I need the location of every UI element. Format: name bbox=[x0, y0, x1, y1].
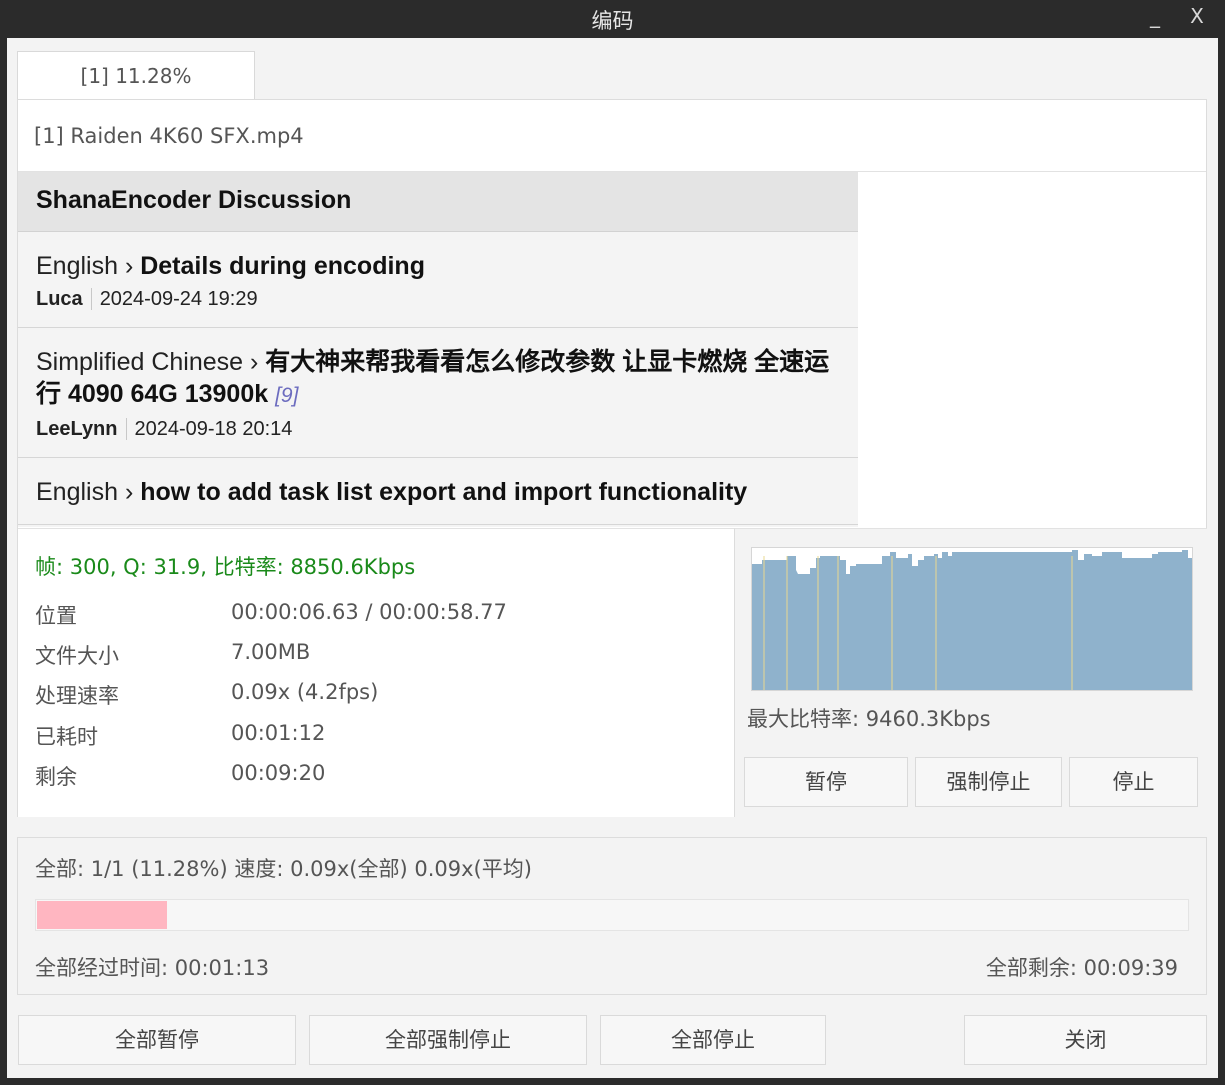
tab-task-1[interactable]: [1] 11.28% bbox=[17, 51, 255, 99]
stat-remaining: 剩余 00:09:20 bbox=[35, 761, 325, 791]
post-date: 2024-09-18 20:14 bbox=[134, 418, 293, 440]
title-bar: 编码 _ X bbox=[0, 0, 1225, 38]
post-category: English bbox=[36, 252, 118, 280]
stop-button[interactable]: 停止 bbox=[1069, 757, 1198, 807]
force-stop-all-button[interactable]: 全部强制停止 bbox=[309, 1015, 587, 1065]
forum-post[interactable]: Simplified Chinese › 有大神来帮我看看怎么修改参数 让显卡燃… bbox=[18, 328, 858, 458]
forum-post[interactable]: English › how to add task list export an… bbox=[18, 458, 858, 525]
stat-value: 00:09:20 bbox=[231, 761, 326, 785]
encoding-stats: 帧: 300, Q: 31.9, 比特率: 8850.6Kbps 位置 00:00… bbox=[18, 528, 734, 817]
file-name: [1] Raiden 4K60 SFX.mp4 bbox=[34, 124, 304, 148]
stat-speed: 处理速率 0.09x (4.2fps) bbox=[35, 680, 378, 710]
post-separator: › bbox=[118, 252, 141, 280]
overall-elapsed: 全部经过时间: 00:01:13 bbox=[35, 956, 270, 980]
post-category: English bbox=[36, 478, 118, 506]
stat-value: 0.09x (4.2fps) bbox=[231, 680, 379, 704]
overall-summary: 全部: 1/1 (11.28%) 速度: 0.09x(全部) 0.09x(平均) bbox=[35, 857, 532, 881]
post-separator: › bbox=[243, 348, 266, 376]
close-window-button[interactable]: X bbox=[1182, 4, 1212, 28]
stat-value: 00:01:12 bbox=[231, 721, 326, 745]
overall-progress-fill bbox=[37, 901, 167, 929]
minimize-button[interactable]: _ bbox=[1140, 4, 1170, 28]
stat-position: 位置 00:00:06.63 / 00:00:58.77 bbox=[35, 600, 507, 630]
stat-file-size: 文件大小 7.00MB bbox=[35, 640, 310, 670]
force-stop-button[interactable]: 强制停止 bbox=[915, 757, 1062, 807]
task-panel: [1] Raiden 4K60 SFX.mp4 ShanaEncoder Dis… bbox=[17, 99, 1207, 817]
encode-window: [1] 11.28% [1] Raiden 4K60 SFX.mp4 Shana… bbox=[7, 38, 1218, 1078]
stat-value: 7.00MB bbox=[231, 640, 311, 664]
stat-label: 处理速率 bbox=[35, 684, 119, 708]
window-title: 编码 bbox=[591, 9, 634, 33]
post-topic-link[interactable]: how to add task list export and import f… bbox=[140, 478, 747, 506]
post-author: Luca bbox=[36, 288, 92, 310]
encoding-status: 帧: 300, Q: 31.9, 比特率: 8850.6Kbps bbox=[35, 555, 416, 579]
stat-elapsed: 已耗时 00:01:12 bbox=[35, 721, 325, 751]
stop-all-button[interactable]: 全部停止 bbox=[600, 1015, 826, 1065]
close-button[interactable]: 关闭 bbox=[964, 1015, 1207, 1065]
overall-progress-bar bbox=[35, 899, 1189, 931]
stat-label: 已耗时 bbox=[35, 725, 98, 749]
post-author: LeeLynn bbox=[36, 418, 127, 440]
pause-button[interactable]: 暂停 bbox=[744, 757, 908, 807]
forum-post[interactable]: English › Details during encoding Luca 20… bbox=[18, 232, 858, 328]
post-category: Simplified Chinese bbox=[36, 348, 244, 376]
stat-label: 剩余 bbox=[35, 765, 77, 789]
stat-label: 文件大小 bbox=[35, 644, 119, 668]
post-separator: › bbox=[118, 478, 141, 506]
post-date: 2024-09-24 19:29 bbox=[99, 288, 258, 310]
bitrate-panel: 最大比特率: 9460.3Kbps 暂停 强制停止 停止 bbox=[734, 528, 1207, 817]
bitrate-chart bbox=[751, 547, 1193, 691]
forum-header: ShanaEncoder Discussion bbox=[18, 172, 858, 232]
stat-label: 位置 bbox=[35, 604, 77, 628]
post-topic-link[interactable]: Details during encoding bbox=[140, 252, 425, 280]
stat-value: 00:00:06.63 / 00:00:58.77 bbox=[231, 600, 507, 624]
pause-all-button[interactable]: 全部暂停 bbox=[18, 1015, 296, 1065]
bitrate-graph bbox=[752, 550, 1192, 690]
max-bitrate-label: 最大比特率: 9460.3Kbps bbox=[747, 707, 991, 731]
overall-remaining: 全部剩余: 00:09:39 bbox=[985, 956, 1178, 980]
overall-progress-panel: 全部: 1/1 (11.28%) 速度: 0.09x(全部) 0.09x(平均)… bbox=[17, 837, 1207, 995]
forum-feed[interactable]: ShanaEncoder Discussion English › Detail… bbox=[18, 172, 858, 527]
post-reply-count: [9] bbox=[275, 384, 299, 407]
